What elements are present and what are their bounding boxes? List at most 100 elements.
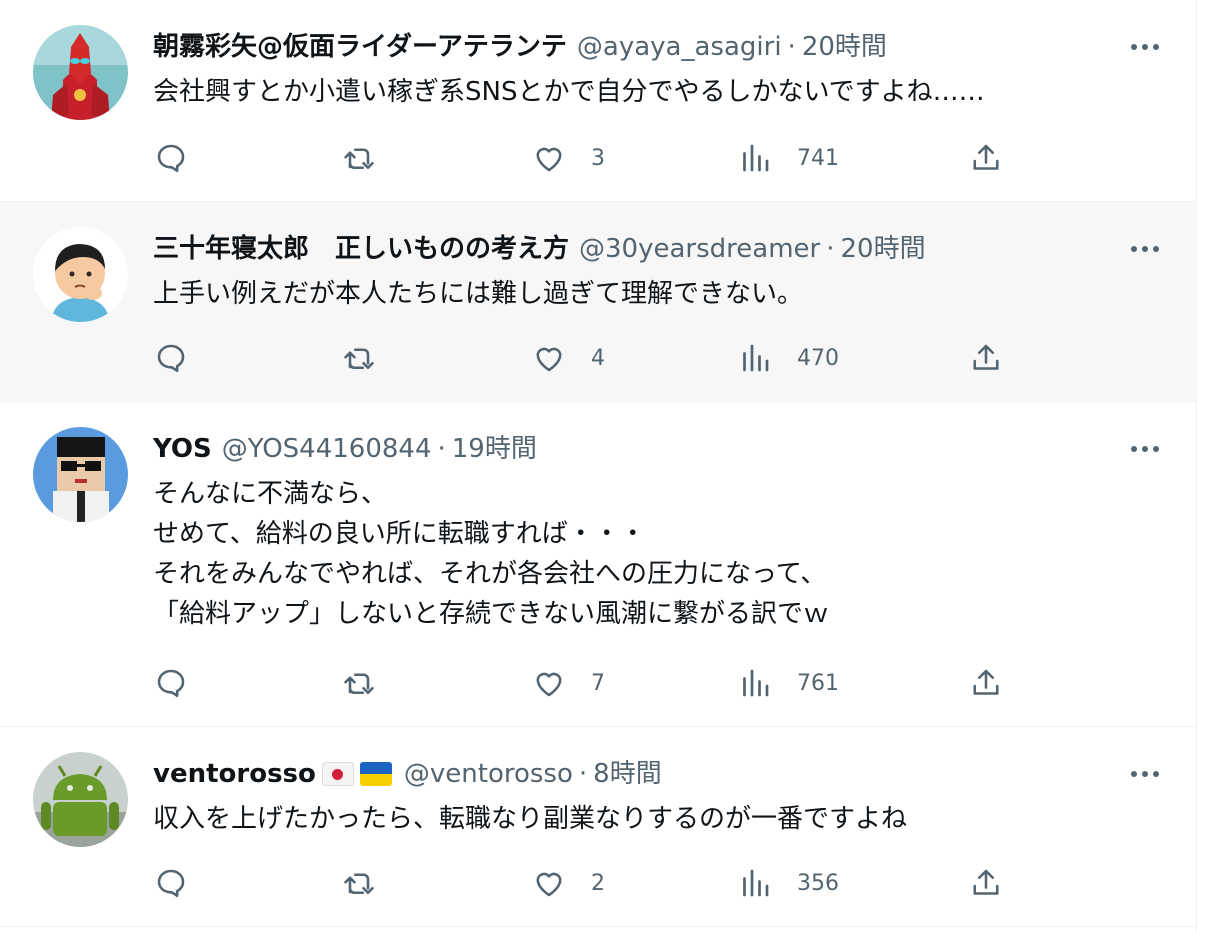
views-button[interactable]: 470 [737, 338, 839, 378]
action-bar: 3 741 [153, 138, 1013, 178]
timestamp[interactable]: 20時間 [840, 229, 925, 269]
tweet-text: 上手い例えだが本人たちには難し過ぎて理解できない。 [153, 274, 1137, 314]
retweet-icon [344, 148, 374, 170]
user-handle[interactable]: @ayaya_asagiri [577, 27, 782, 67]
reply-button[interactable] [153, 663, 213, 703]
more-dots-icon [1131, 246, 1159, 252]
heart-icon [536, 147, 562, 172]
share-button[interactable] [968, 338, 1004, 378]
avatar[interactable] [33, 427, 128, 522]
reply-button[interactable] [153, 338, 213, 378]
reply-icon [157, 344, 185, 373]
more-options-button[interactable] [1128, 757, 1162, 791]
separator: · [578, 759, 588, 789]
more-options-button[interactable] [1128, 432, 1162, 466]
japan-flag-icon [321, 762, 354, 786]
tweet-text: 会社興すとか小遣い稼ぎ系SNSとかで自分でやるしかないですよね…… [153, 72, 1137, 112]
like-count: 4 [591, 345, 605, 371]
retweet-button[interactable] [341, 663, 401, 703]
separator: · [787, 32, 796, 62]
tweet-header: YOS @YOS44160844 · 19時間 [153, 429, 537, 469]
views-button[interactable]: 741 [737, 138, 839, 178]
avatar[interactable] [33, 227, 128, 322]
display-name[interactable]: YOS [153, 429, 212, 469]
tweet-text-line: 上手い例えだが本人たちには難し過ぎて理解できない。 [153, 279, 804, 309]
share-button[interactable] [968, 663, 1004, 703]
views-button[interactable]: 356 [737, 863, 839, 903]
action-bar: 4 470 [153, 338, 1013, 378]
like-button[interactable]: 4 [531, 338, 605, 378]
share-button[interactable] [968, 138, 1004, 178]
tweet-text-line: そんなに不満なら、 [153, 479, 388, 509]
view-count: 470 [797, 345, 839, 371]
share-icon [973, 869, 999, 895]
retweet-button[interactable] [341, 338, 401, 378]
share-button[interactable] [968, 863, 1004, 903]
more-options-button[interactable] [1128, 30, 1162, 64]
tweet[interactable]: 三十年寝太郎 正しいものの考え方 @30yearsdreamer · 20時間 … [0, 202, 1197, 402]
user-handle[interactable]: @ventorosso [404, 754, 573, 794]
tweet[interactable]: 朝霧彩矢@仮面ライダーアテランテ @ayaya_asagiri · 20時間 会… [0, 0, 1197, 202]
share-icon [973, 144, 999, 170]
red-armored-hero-avatar-icon [33, 25, 128, 120]
views-button[interactable]: 761 [737, 663, 839, 703]
more-dots-icon [1131, 44, 1159, 50]
tweet[interactable]: YOS @YOS44160844 · 19時間 そんなに不満なら、 せめて、給料… [0, 402, 1197, 727]
display-name[interactable]: 三十年寝太郎 正しいものの考え方 [153, 229, 569, 269]
share-icon [973, 344, 999, 370]
reply-timeline: 朝霧彩矢@仮面ライダーアテランテ @ayaya_asagiri · 20時間 会… [0, 0, 1197, 932]
separator: · [437, 434, 446, 464]
retweet-icon [344, 673, 374, 695]
display-name[interactable]: 朝霧彩矢@仮面ライダーアテランテ [153, 27, 567, 67]
display-name[interactable]: ventorosso [153, 754, 316, 794]
timestamp[interactable]: 19時間 [452, 429, 537, 469]
heart-icon [536, 672, 562, 697]
reply-icon [157, 144, 185, 173]
tweet-header: 朝霧彩矢@仮面ライダーアテランテ @ayaya_asagiri · 20時間 [153, 27, 887, 67]
more-options-button[interactable] [1128, 232, 1162, 266]
green-robot-avatar-icon [33, 752, 128, 847]
tweet-text-line: 会社興すとか小遣い稼ぎ系SNSとかで自分でやるしかないですよね…… [153, 77, 985, 107]
like-count: 3 [591, 145, 605, 171]
action-bar: 2 356 [153, 863, 1013, 903]
tweet-text-line: 収入を上げたかったら、転職なり副業なりするのが一番ですよね [153, 804, 908, 834]
reply-icon [157, 869, 185, 898]
tweet-text-line: それをみんなでやれば、それが各会社への圧力になって、 [153, 559, 827, 589]
user-handle[interactable]: @30yearsdreamer [579, 229, 820, 269]
action-bar: 7 761 [153, 663, 1013, 703]
tweet-text-line: せめて、給料の良い所に転職すれば・・・ [153, 519, 646, 549]
more-dots-icon [1131, 771, 1159, 777]
views-chart-icon [743, 344, 769, 372]
more-dots-icon [1131, 446, 1159, 452]
tweet[interactable]: ventorosso @ventorosso · 8時間 収入を上げたかったら、… [0, 727, 1197, 927]
avatar[interactable] [33, 752, 128, 847]
avatar[interactable] [33, 25, 128, 120]
view-count: 761 [797, 670, 839, 696]
like-count: 7 [591, 670, 605, 696]
like-button[interactable]: 3 [531, 138, 605, 178]
timestamp[interactable]: 8時間 [593, 754, 662, 794]
reply-button[interactable] [153, 863, 213, 903]
like-count: 2 [591, 870, 605, 896]
like-button[interactable]: 7 [531, 663, 605, 703]
heart-icon [536, 347, 562, 372]
like-button[interactable]: 2 [531, 863, 605, 903]
views-chart-icon [743, 144, 769, 172]
tweet-header: ventorosso @ventorosso · 8時間 [153, 754, 662, 794]
share-icon [973, 669, 999, 695]
views-chart-icon [743, 869, 769, 897]
user-handle[interactable]: @YOS44160844 [222, 429, 432, 469]
view-count: 356 [797, 870, 839, 896]
timestamp[interactable]: 20時間 [802, 27, 887, 67]
tweet-header: 三十年寝太郎 正しいものの考え方 @30yearsdreamer · 20時間 [153, 229, 926, 269]
pixel-character-avatar-icon [33, 427, 128, 522]
retweet-button[interactable] [341, 863, 401, 903]
heart-icon [536, 872, 562, 897]
ukraine-flag-icon [359, 762, 392, 786]
view-count: 741 [797, 145, 839, 171]
retweet-button[interactable] [341, 138, 401, 178]
retweet-icon [344, 873, 374, 895]
reply-icon [157, 669, 185, 698]
thinking-boy-avatar-icon [33, 227, 128, 322]
reply-button[interactable] [153, 138, 213, 178]
